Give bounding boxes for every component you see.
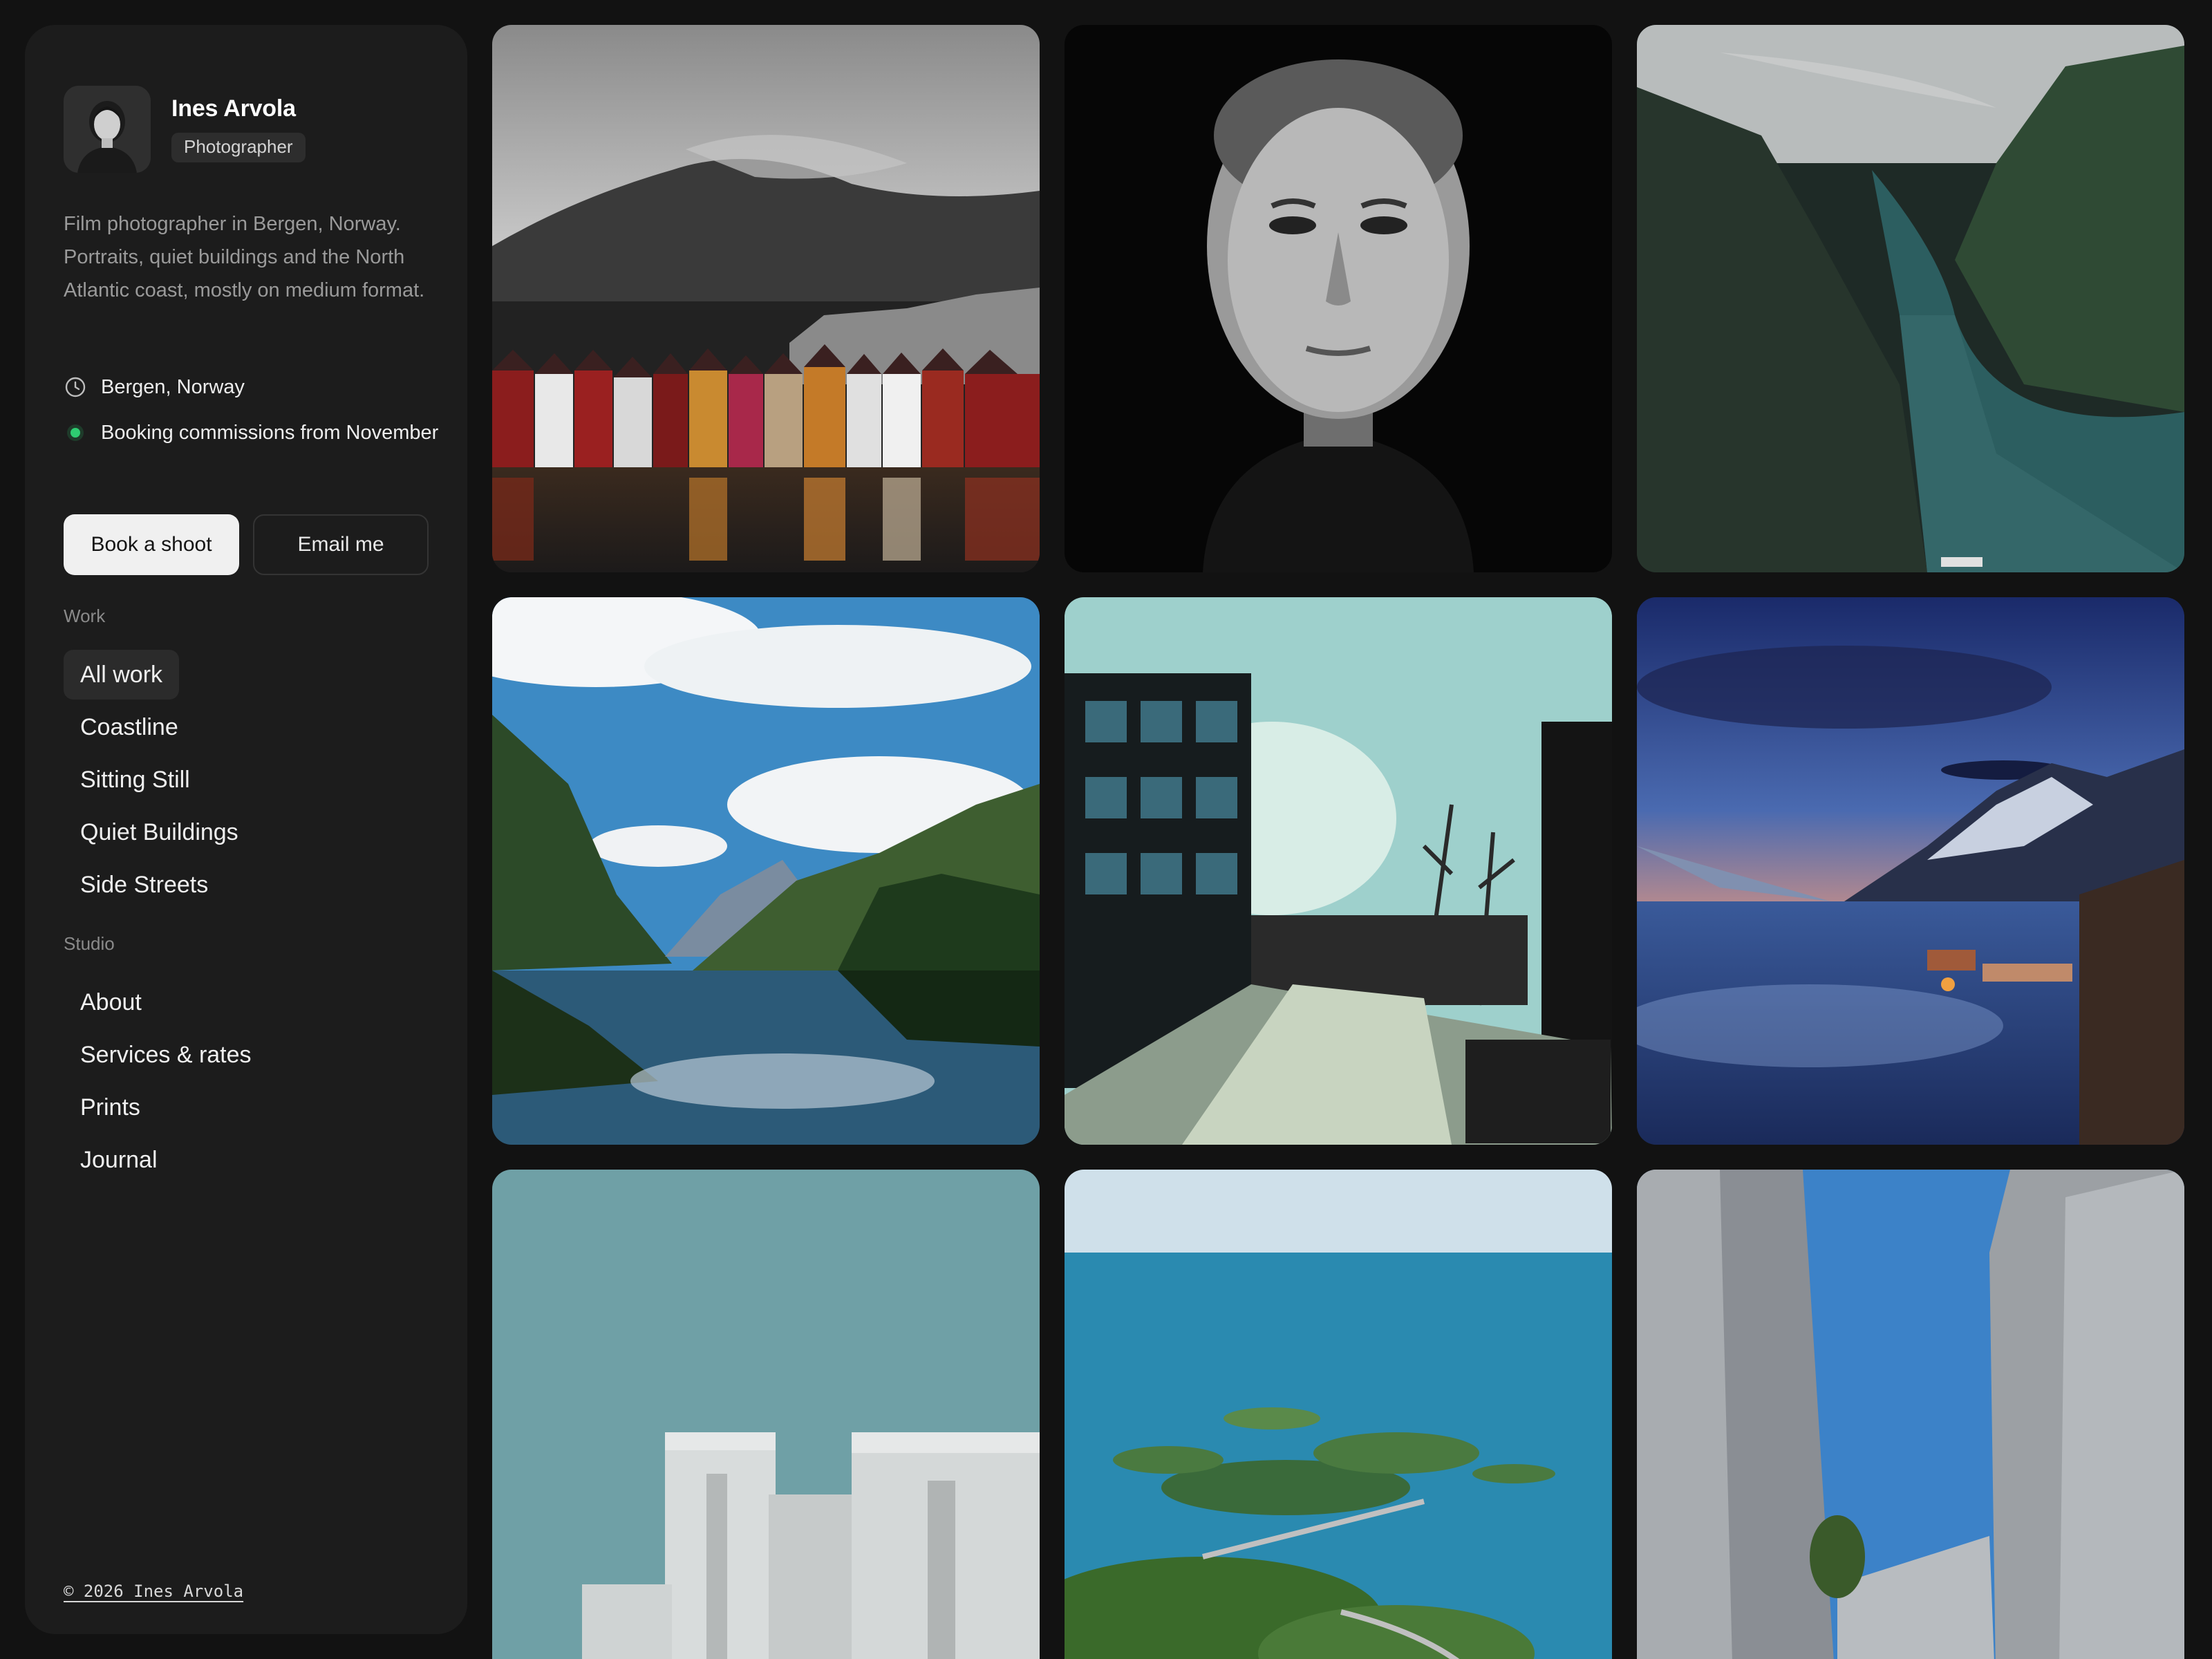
nav-item-prints[interactable]: Prints [64,1082,451,1132]
nav-item-label: Side Streets [80,872,209,898]
nav-item-about[interactable]: About [64,977,451,1027]
availability-row: Booking commissions from November [64,416,451,449]
photo-street-sunlit-building[interactable] [1065,597,1612,1145]
avatar [64,86,151,173]
copyright-link[interactable]: © 2026 Ines Arvola [64,1582,243,1601]
location-text: Bergen, Norway [101,376,245,398]
work-section-label: Work [64,606,106,626]
photo-concrete-walls-sky[interactable] [1637,1170,2184,1659]
photo-gallery [492,25,2187,1659]
nav-item-sitting-still[interactable]: Sitting Still [64,755,451,805]
nav-item-coastline[interactable]: Coastline [64,702,451,752]
studio-nav: About Services & rates Prints Journal [64,977,451,1188]
role-badge: Photographer [171,133,306,163]
nav-item-label: Journal [80,1147,158,1173]
book-shoot-button[interactable]: Book a shoot [64,514,239,575]
bio-text: Film photographer in Bergen, Norway. Por… [64,213,425,301]
nav-item-side-streets[interactable]: Side Streets [64,860,451,910]
nav-item-label: All work [64,650,180,700]
nav-item-label: Prints [80,1094,140,1121]
nav-item-services-rates[interactable]: Services & rates [64,1030,451,1080]
nav-item-label: Coastline [80,714,178,740]
photo-fjord-aerial[interactable] [1637,25,2184,572]
email-me-button[interactable]: Email me [253,514,429,575]
sidebar: Ines Arvola Photographer Film photograph… [25,25,467,1634]
photo-concrete-building-sky[interactable] [492,1170,1040,1659]
studio-section-label: Studio [64,933,115,954]
nav-item-label: Quiet Buildings [80,819,238,845]
nav-item-all-work[interactable]: All work [64,650,451,700]
location-row: Bergen, Norway [64,371,245,404]
work-nav: All work Coastline Sitting Still Quiet B… [64,650,451,912]
profile-header: Ines Arvola Photographer [64,86,306,173]
clock-icon [64,371,87,404]
photo-bw-portrait[interactable] [1065,25,1612,572]
profile-name: Ines Arvola [171,95,296,122]
nav-item-quiet-buildings[interactable]: Quiet Buildings [64,807,451,857]
nav-item-label: Sitting Still [80,767,190,793]
photo-mountain-lake-reflection[interactable] [492,597,1040,1145]
photo-dusk-harbour[interactable] [1637,597,2184,1145]
nav-item-journal[interactable]: Journal [64,1135,451,1185]
status-dot-icon [64,416,87,449]
photo-island-archipelago[interactable] [1065,1170,1612,1659]
nav-item-label: Services & rates [80,1042,252,1068]
availability-text: Booking commissions from November [101,422,439,444]
photo-bergen-waterfront[interactable] [492,25,1040,572]
nav-item-label: About [80,989,142,1015]
